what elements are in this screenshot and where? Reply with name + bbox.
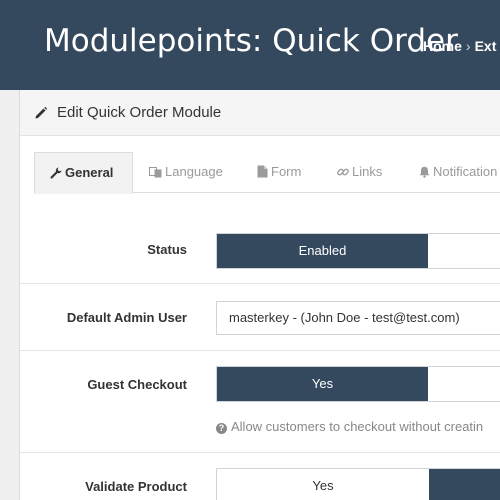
tab-form[interactable]: Form	[257, 152, 301, 193]
panel-heading: Edit Quick Order Module	[20, 90, 500, 136]
guest-checkout-toggle: Yes	[216, 366, 500, 402]
status-toggle: Enabled	[216, 233, 500, 269]
pencil-icon	[35, 106, 48, 119]
guest-checkout-no-option[interactable]	[428, 367, 500, 401]
form-row-status: Status Enabled	[20, 216, 500, 284]
breadcrumb-home[interactable]: Home	[423, 38, 462, 54]
guest-checkout-yes-option[interactable]: Yes	[217, 367, 428, 401]
page-title: Modulepoints: Quick Order	[44, 23, 458, 59]
question-circle-icon: ?	[216, 423, 227, 434]
tab-bar: General Language Form Links Notification	[34, 152, 500, 194]
status-enabled-option[interactable]: Enabled	[217, 234, 428, 268]
link-icon	[337, 168, 349, 176]
admin-user-select[interactable]: masterkey - (John Doe - test@test.com)	[216, 301, 500, 335]
breadcrumb-separator: ›	[465, 38, 471, 54]
guest-checkout-help: ? Allow customers to checkout without cre…	[216, 419, 483, 434]
tab-links-label: Links	[352, 164, 383, 179]
tab-general-label: General	[65, 165, 114, 180]
form-row-guest-checkout: Guest Checkout Yes ? Allow customers to c…	[20, 351, 500, 453]
tab-form-label: Form	[271, 164, 302, 179]
breadcrumb: Home › Ext	[423, 38, 496, 54]
validate-product-yes-option[interactable]: Yes	[217, 469, 429, 500]
tab-notification-label: Notification	[433, 164, 498, 179]
form-row-admin-user: Default Admin User masterkey - (John Doe…	[20, 284, 500, 351]
top-header: Modulepoints: Quick Order Home › Ext	[0, 0, 500, 90]
tab-language[interactable]: Language	[149, 152, 223, 193]
breadcrumb-extensions[interactable]: Ext	[475, 38, 497, 54]
panel-title: Edit Quick Order Module	[57, 104, 222, 121]
tab-language-label: Language	[165, 164, 223, 179]
guest-checkout-help-text: Allow customers to checkout without crea…	[231, 419, 484, 434]
module-panel: Edit Quick Order Module General Language…	[19, 90, 500, 500]
tab-notification[interactable]: Notification	[419, 152, 497, 193]
form-row-validate-product: Validate Product Yes	[20, 453, 500, 500]
guest-checkout-label: Guest Checkout	[87, 377, 187, 392]
validate-product-no-option[interactable]	[429, 469, 500, 500]
bell-icon	[419, 166, 430, 178]
admin-user-label: Default Admin User	[66, 310, 187, 325]
status-label: Status	[147, 242, 187, 257]
tab-general[interactable]: General	[34, 152, 133, 194]
validate-product-toggle: Yes	[216, 468, 500, 500]
file-icon	[257, 165, 268, 178]
language-icon	[149, 167, 162, 178]
tab-links[interactable]: Links	[337, 152, 382, 193]
wrench-icon	[50, 167, 62, 179]
validate-product-label: Validate Product	[85, 479, 187, 494]
status-disabled-option[interactable]	[428, 234, 500, 268]
